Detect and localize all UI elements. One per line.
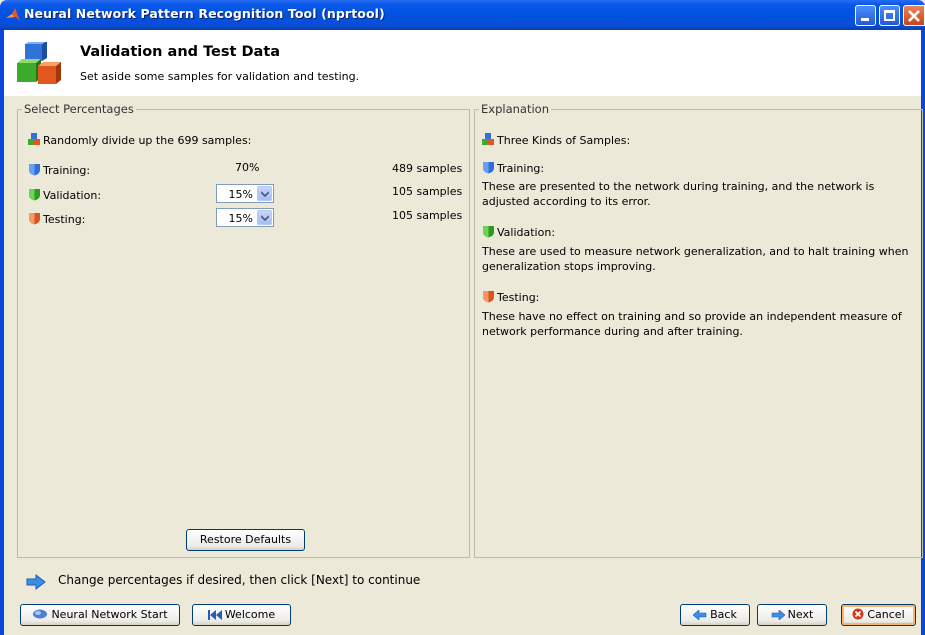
close-icon	[908, 10, 920, 22]
title-bar: Neural Network Pattern Recognition Tool …	[0, 0, 925, 30]
cancel-label: Cancel	[867, 608, 905, 621]
training-label: Training:	[43, 164, 91, 177]
page-subtitle: Set aside some samples for validation an…	[80, 70, 360, 83]
page-title: Validation and Test Data	[80, 44, 281, 60]
training-explanation: These are presented to the network durin…	[482, 180, 875, 208]
training-samples: 489 samples	[392, 162, 463, 175]
window-border-left	[0, 96, 4, 635]
neural-network-start-button[interactable]: Neural Network Start	[20, 604, 180, 626]
testing-percent-select[interactable]: 15%	[216, 208, 274, 227]
testing-heading-text: Testing:	[497, 291, 540, 304]
cancel-button[interactable]: Cancel	[841, 604, 916, 626]
validation-heading-text: Validation:	[497, 226, 556, 239]
chevron-down-icon[interactable]	[257, 186, 272, 201]
explanation-intro: Three Kinds of Samples:	[482, 133, 630, 147]
cubes-icon	[17, 42, 61, 84]
window-title: Neural Network Pattern Recognition Tool …	[24, 6, 385, 21]
close-button[interactable]	[903, 5, 925, 26]
validation-percent-value: 15%	[228, 188, 253, 201]
explanation-panel: Explanation Three Kinds of Samples: Trai…	[474, 102, 923, 558]
cubes-icon	[28, 133, 40, 145]
shield-icon	[29, 213, 40, 225]
testing-samples: 105 samples	[392, 209, 463, 222]
shield-icon	[483, 291, 494, 303]
validation-label: Validation:	[43, 189, 102, 202]
welcome-button[interactable]: Welcome	[192, 604, 291, 626]
training-heading: Training:	[482, 161, 544, 175]
samples-intro: Randomly divide up the 699 samples:	[28, 133, 251, 147]
rewind-icon	[207, 610, 222, 620]
arrow-right-icon	[771, 610, 785, 620]
validation-samples: 105 samples	[392, 185, 463, 198]
testing-percent-value: 15%	[228, 212, 253, 225]
cancel-icon	[852, 608, 864, 620]
explanation-intro-text: Three Kinds of Samples:	[497, 134, 631, 147]
training-row-label: Training:	[28, 163, 90, 177]
back-label: Back	[710, 608, 737, 621]
shield-icon	[29, 164, 40, 176]
validation-row-label: Validation:	[28, 188, 101, 202]
arrow-right-icon	[26, 574, 46, 590]
arrow-left-icon	[693, 610, 707, 620]
minimize-button[interactable]	[855, 5, 876, 26]
cubes-icon	[482, 133, 494, 145]
validation-explanation: These are used to measure network genera…	[482, 245, 909, 273]
next-label: Next	[787, 608, 814, 621]
validation-percent-select[interactable]: 15%	[216, 184, 274, 203]
shield-icon	[483, 226, 494, 238]
testing-row-label: Testing:	[28, 212, 85, 226]
welcome-label: Welcome	[224, 608, 276, 621]
training-percent: 70%	[235, 161, 260, 174]
next-button[interactable]: Next	[757, 604, 827, 626]
validation-heading: Validation:	[482, 225, 555, 239]
back-button[interactable]: Back	[680, 604, 750, 626]
matlab-icon	[6, 8, 20, 21]
page-header: Validation and Test Data Set aside some …	[0, 30, 925, 96]
testing-label: Testing:	[43, 213, 86, 226]
shield-icon	[29, 189, 40, 201]
maximize-button[interactable]	[879, 5, 900, 26]
panel-legend: Explanation	[479, 102, 551, 116]
network-icon	[33, 609, 48, 619]
chevron-down-icon[interactable]	[257, 210, 272, 225]
panel-legend: Select Percentages	[22, 102, 136, 116]
samples-intro-text: Randomly divide up the 699 samples:	[43, 134, 252, 147]
maximize-icon	[884, 10, 895, 21]
shield-icon	[483, 162, 494, 174]
neural-network-start-label: Neural Network Start	[51, 608, 168, 621]
training-heading-text: Training:	[497, 162, 545, 175]
select-percentages-panel: Select Percentages Randomly divide up th…	[17, 102, 470, 558]
minimize-icon	[861, 18, 869, 21]
restore-defaults-button[interactable]: Restore Defaults	[186, 529, 305, 551]
testing-explanation: These have no effect on training and so …	[482, 310, 902, 338]
testing-heading: Testing:	[482, 290, 539, 304]
hint-text: Change percentages if desired, then clic…	[58, 573, 421, 587]
